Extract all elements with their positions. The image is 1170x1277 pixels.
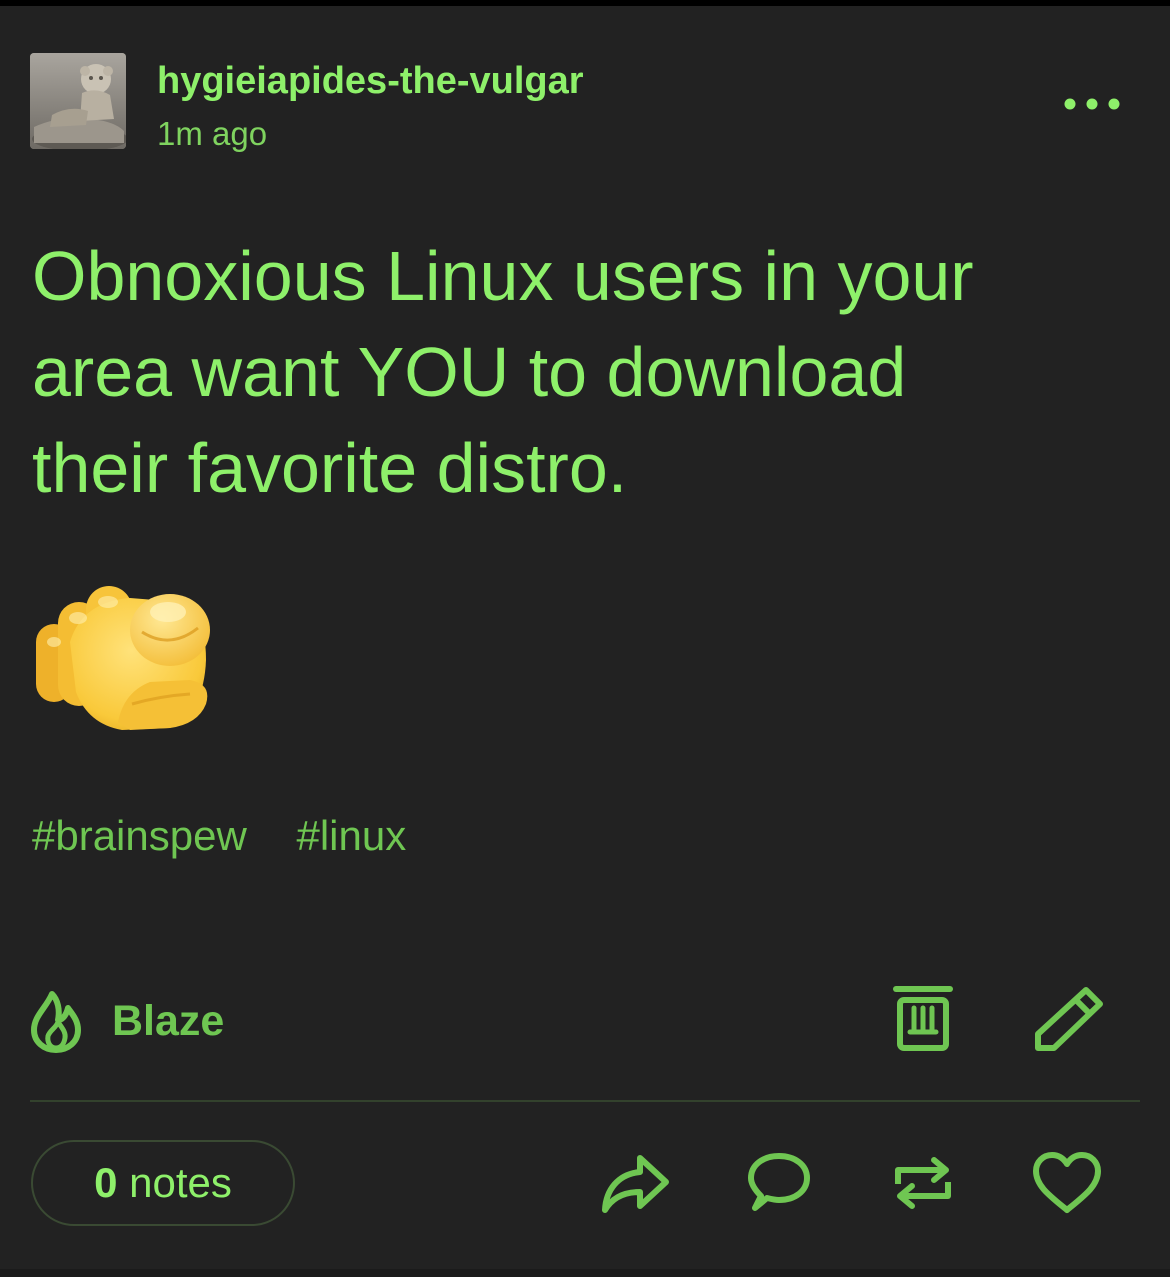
like-button[interactable] — [1030, 1150, 1104, 1221]
edit-icon — [1035, 987, 1103, 1051]
blaze-icon — [31, 991, 81, 1053]
pointing-at-viewer-emoji — [30, 572, 216, 734]
divider — [30, 1100, 1140, 1102]
top-strip — [0, 0, 1170, 6]
tag-list: #brainspew #linux — [32, 808, 444, 864]
post-text-line: area want YOU to download — [32, 333, 907, 411]
like-icon — [1033, 1152, 1101, 1213]
post-text-line: Obnoxious Linux users in your — [32, 237, 974, 315]
tag-linux[interactable]: #linux — [296, 812, 406, 859]
share-button[interactable] — [600, 1150, 672, 1221]
more-icon — [1064, 98, 1120, 110]
more-options-button[interactable] — [1056, 86, 1128, 122]
avatar-image — [30, 53, 126, 149]
reblog-button[interactable] — [890, 1150, 956, 1221]
delete-icon — [893, 986, 953, 1051]
avatar[interactable] — [30, 53, 126, 149]
author-name[interactable]: hygieiapides-the-vulgar — [157, 58, 584, 104]
reply-button[interactable] — [745, 1150, 813, 1221]
reply-icon — [748, 1153, 810, 1211]
post-timestamp: 1m ago — [157, 115, 268, 152]
blaze-button[interactable]: Blaze — [28, 986, 224, 1056]
delete-button[interactable] — [890, 984, 956, 1059]
notes-count: 0 — [94, 1159, 118, 1206]
reblog-icon — [895, 1157, 951, 1209]
post-text: Obnoxious Linux users in your area want … — [32, 228, 1142, 516]
bottom-strip — [0, 1269, 1170, 1277]
notes-label: 0 notes — [94, 1159, 232, 1207]
blaze-label: Blaze — [112, 996, 225, 1045]
notes-word: notes — [129, 1159, 232, 1206]
notes-button[interactable]: 0 notes — [31, 1140, 295, 1226]
post-text-line: their favorite distro. — [32, 429, 628, 507]
edit-button[interactable] — [1030, 984, 1106, 1059]
tag-brainspew[interactable]: #brainspew — [32, 812, 247, 859]
share-icon — [602, 1155, 669, 1213]
